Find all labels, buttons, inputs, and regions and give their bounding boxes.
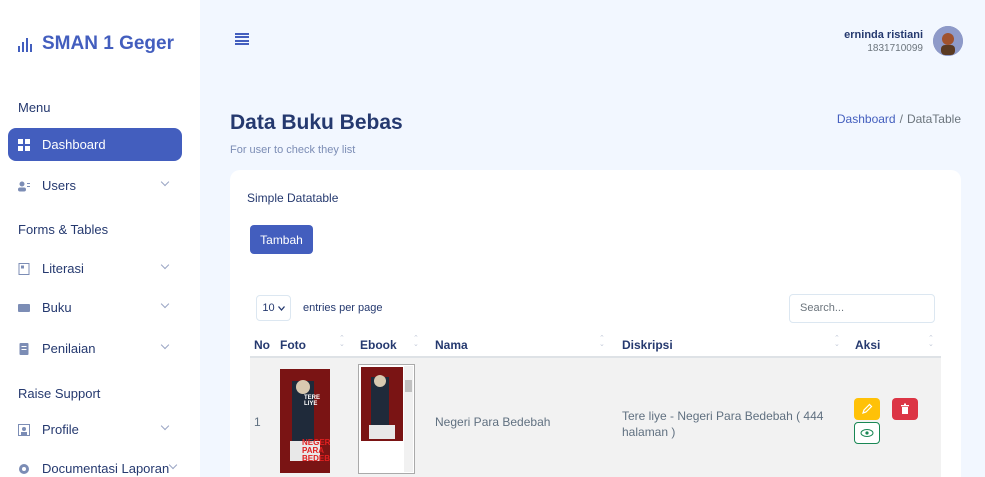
entries-label: entries per page (303, 302, 383, 314)
delete-button[interactable] (892, 398, 918, 420)
card-title: Simple Datatable (247, 191, 339, 205)
breadcrumb-separator: / (899, 112, 903, 126)
cover-title: NEGERI PARA BEDEBAH (302, 438, 330, 463)
file-icon (18, 262, 30, 275)
sidebar-item-label: Penilaian (42, 341, 96, 356)
clipboard-icon (18, 342, 30, 355)
page-subtitle: For user to check they list (230, 144, 356, 156)
sort-icon[interactable]: ⌃ ⌄ (599, 335, 605, 348)
table-row: 1 TERE LIYE NEGERI PARA BEDEBAH (250, 358, 941, 477)
menu-section-title: Menu (18, 100, 51, 115)
search-input[interactable]: Search... (789, 294, 935, 323)
bar-chart-icon (18, 36, 32, 52)
entries-select[interactable]: 10 (256, 295, 291, 321)
chevron-down-icon (160, 177, 170, 187)
chevron-down-icon (160, 299, 170, 309)
breadcrumb-current: DataTable (906, 112, 961, 126)
pencil-icon (862, 403, 873, 414)
user-name: erninda ristiani (844, 28, 923, 41)
sidebar-item-label: Literasi (42, 261, 84, 276)
table-header: No Foto ⌃ ⌄ Ebook ⌃ ⌄ Nama ⌃ ⌄ Diskripsi ⌃ ⌄… (250, 333, 941, 358)
col-aksi[interactable]: Aksi (855, 338, 880, 352)
ebook-scrollbar[interactable] (404, 366, 413, 472)
sidebar-item-users[interactable]: Users (8, 169, 182, 202)
row-number: 1 (254, 415, 261, 429)
chevron-down-icon (160, 421, 170, 431)
sort-icon[interactable]: ⌃ ⌄ (834, 335, 840, 348)
brand-name: SMAN 1 Geger (42, 33, 174, 54)
sidebar: SMAN 1 Geger Menu Dashboard Users Forms … (0, 0, 200, 477)
support-section-title: Raise Support (18, 386, 101, 401)
sidebar-item-literasi[interactable]: Literasi (8, 252, 182, 285)
book-cover-image: TERE LIYE NEGERI PARA BEDEBAH (280, 369, 330, 473)
sort-icon[interactable]: ⌃ ⌄ (339, 335, 345, 348)
col-foto[interactable]: Foto (280, 338, 306, 352)
forms-section-title: Forms & Tables (18, 222, 109, 237)
chevron-down-icon (160, 340, 170, 350)
book-nama: Negeri Para Bedebah (435, 415, 551, 429)
sort-icon[interactable]: ⌃ ⌄ (413, 335, 419, 348)
trash-icon (901, 403, 909, 414)
hamburger-menu-icon[interactable] (235, 33, 249, 45)
edit-button[interactable] (854, 398, 880, 420)
book-diskripsi: Tere liye - Negeri Para Bedebah ( 444 ha… (622, 409, 824, 439)
breadcrumb-home[interactable]: Dashboard (837, 112, 896, 126)
sidebar-item-label: Users (42, 178, 76, 193)
cover-author: TERE LIYE (304, 395, 321, 407)
grid-icon (18, 138, 30, 151)
sidebar-item-documentasi[interactable]: Documentasi Laporan (8, 452, 182, 477)
sidebar-item-label: Profile (42, 422, 79, 437)
sort-icon[interactable]: ⌃ ⌄ (928, 335, 934, 348)
brand[interactable]: SMAN 1 Geger (18, 33, 174, 55)
col-ebook[interactable]: Ebook (360, 338, 397, 352)
sidebar-item-label: Buku (42, 300, 72, 315)
gear-icon (18, 463, 30, 475)
sidebar-item-profile[interactable]: Profile (8, 413, 182, 446)
entries-control: 10 entries per page (256, 295, 383, 321)
chevron-down-icon (160, 260, 170, 270)
user-menu[interactable]: erninda ristiani 1831710099 (844, 26, 963, 56)
sidebar-item-label: Documentasi Laporan (42, 461, 170, 476)
sidebar-item-label: Dashboard (42, 137, 106, 152)
col-nama[interactable]: Nama (435, 338, 468, 352)
col-diskripsi[interactable]: Diskripsi (622, 338, 673, 352)
datatable-card: Simple Datatable Tambah 10 entries per p… (230, 170, 961, 477)
ebook-preview[interactable] (358, 364, 415, 474)
page-title: Data Buku Bebas (230, 111, 403, 134)
sidebar-item-penilaian[interactable]: Penilaian (8, 332, 182, 365)
tambah-button[interactable]: Tambah (250, 225, 313, 254)
col-no[interactable]: No (254, 338, 270, 352)
entries-value: 10 (262, 302, 275, 314)
view-button[interactable] (854, 422, 880, 444)
chevron-down-icon (168, 460, 178, 470)
profile-icon (18, 423, 30, 436)
users-icon (18, 180, 30, 192)
sidebar-item-dashboard[interactable]: Dashboard (8, 128, 182, 161)
avatar (933, 26, 963, 56)
sidebar-item-buku[interactable]: Buku (8, 291, 182, 324)
breadcrumb: Dashboard / DataTable (837, 112, 961, 126)
user-id: 1831710099 (867, 42, 923, 54)
eye-icon (860, 429, 874, 437)
book-icon (18, 302, 30, 314)
chevron-down-icon (277, 305, 285, 311)
